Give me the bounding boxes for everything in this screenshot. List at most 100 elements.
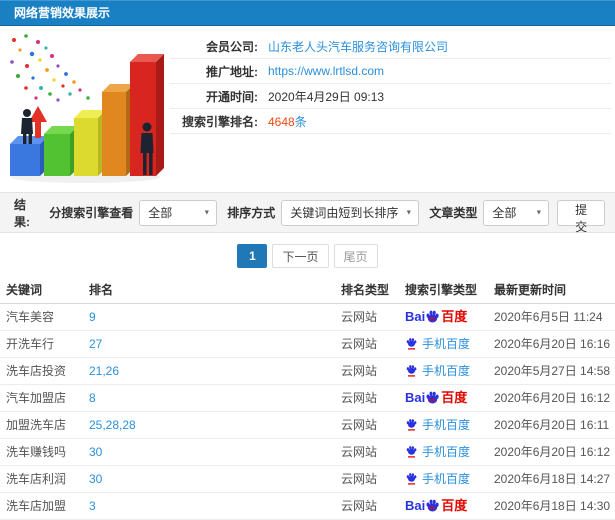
rank-type-cell: 云网站 [337,303,401,331]
rank-type-cell: 云网站 [337,357,401,385]
rank-link[interactable]: 9 [89,310,96,324]
pagination-next-button[interactable]: 下一页 [272,244,329,268]
updated-cell: 2020年6月20日 16:11 [490,411,615,439]
updated-cell: 2020年6月18日 14:30 [490,492,615,520]
baidu-mobile-logo: 手机百度 [405,470,470,487]
svg-text:du: du [430,397,436,403]
open-time-value: 2020年4月29日 09:13 [268,89,385,104]
filter-bar: 结果: 分搜索引擎查看 全部 排序方式 关键词由短到长排序 文章类型 全部 提交 [0,192,615,234]
updated-cell: 2020年6月20日 16:12 [490,438,615,466]
rank-link[interactable]: 3 [89,499,96,513]
bar-red [130,54,164,176]
updated-cell: 2020年6月20日 16:12 [490,384,615,412]
promo-url-link[interactable]: https://www.lrtlsd.com [268,64,384,78]
rank-count-unit: 条 [294,114,307,129]
member-info-panel: 会员公司: 山东老人头汽车服务咨询有限公司 推广地址: https://www.… [170,26,615,192]
header-rank: 排名 [85,277,337,304]
table-row: 加盟洗车店 25,28,28 云网站 手机百度 2020年6月20日 16:11 [0,411,615,439]
article-type-select[interactable]: 全部 [483,199,550,226]
rank-link[interactable]: 8 [89,391,96,405]
rank-count-number: 4648 [268,114,295,129]
baidu-pc-logo: Bai du 百度 [405,498,468,513]
info-row-company: 会员公司: 山东老人头汽车服务咨询有限公司 [170,34,611,59]
rank-count-label: 搜索引擎排名: [182,114,258,129]
keyword-cell: 洗车店投资 [0,357,85,385]
submit-button[interactable]: 提交 [557,199,605,234]
sort-filter-label: 排序方式 [227,206,276,220]
baidu-pc-logo: Bai du 百度 [405,390,468,405]
baidu-mobile-paw-icon [406,337,417,350]
baidu-mobile-logo: 手机百度 [405,362,470,379]
pagination-page-1[interactable]: 1 [237,244,268,268]
baidu-mobile-logo: 手机百度 [405,335,470,352]
rank-link[interactable]: 30 [89,445,102,459]
pagination: 1 下一页 尾页 [0,233,615,277]
header-rank-type: 排名类型 [337,277,401,304]
rank-link[interactable]: 21,26 [89,364,119,378]
table-row: 汽车加盟店 8 云网站 Bai du 百度 2020年6月20日 16:12 [0,384,615,412]
keyword-cell: 汽车加盟店 [0,384,85,412]
page: 网络营销效果展示 会员公司: 山东老人头汽车服务咨询有限公司 推广地址: htt… [0,0,615,520]
table-row: 洗车赚钱吗 30 云网站 手机百度 2020年6月20日 16:12 [0,438,615,466]
engine-filter-label: 分搜索引擎查看 [49,206,134,220]
company-label: 会员公司: [206,39,258,54]
baidu-paw-icon: du [426,391,439,404]
rank-type-cell: 云网站 [337,465,401,493]
engine-select-wrap: 全部 [139,199,218,226]
updated-cell: 2020年6月18日 14:27 [490,465,615,493]
page-title: 网络营销效果展示 [14,6,111,20]
pagination-last-button[interactable]: 尾页 [333,244,378,268]
info-row-url: 推广地址: https://www.lrtlsd.com [170,59,611,84]
baidu-mobile-logo: 手机百度 [405,443,470,460]
bar-orange [102,84,134,176]
updated-cell: 2020年6月20日 16:16 [490,330,615,358]
svg-text:du: du [430,505,436,511]
keyword-cell: 洗车店利润 [0,465,85,493]
header-updated: 最新更新时间 [490,277,615,304]
updated-cell: 2020年6月5日 11:24 [490,303,615,331]
info-row-rank-count: 搜索引擎排名: 4648条 [170,109,611,134]
rank-type-cell: 云网站 [337,384,401,412]
bar-green [44,126,78,176]
rank-type-cell: 云网站 [337,492,401,520]
baidu-mobile-paw-icon [406,418,417,431]
header-keyword: 关键词 [0,277,85,304]
baidu-pc-logo: Bai du 百度 [405,309,468,324]
header-engine-type: 搜索引擎类型 [401,277,490,304]
table-header-row: 关键词 排名 排名类型 搜索引擎类型 最新更新时间 [0,277,615,304]
result-label: 结果: [14,197,30,229]
page-title-bar: 网络营销效果展示 [0,0,615,26]
keyword-ranking-table: 关键词 排名 排名类型 搜索引擎类型 最新更新时间 汽车美容 9 云网站 Bai [0,277,615,520]
baidu-paw-icon: du [426,310,439,323]
sort-select-wrap: 关键词由短到长排序 [281,199,420,226]
table-row: 洗车店加盟 3 云网站 Bai du 百度 2020年6月18日 14:30 [0,492,615,520]
baidu-mobile-paw-icon [406,445,417,458]
baidu-paw-icon: du [426,499,439,512]
rank-link[interactable]: 30 [89,472,102,486]
keyword-cell: 开洗车行 [0,330,85,358]
table-row: 洗车店投资 21,26 云网站 手机百度 2020年5月27日 14:58 [0,357,615,385]
company-name-link[interactable]: 山东老人头汽车服务咨询有限公司 [268,38,448,55]
keyword-cell: 汽车美容 [0,303,85,331]
article-select-wrap: 全部 [483,199,550,226]
rank-link[interactable]: 27 [89,337,102,351]
rank-count-value: 4648条 [268,113,307,130]
keyword-cell: 洗车店加盟 [0,492,85,520]
rank-type-cell: 云网站 [337,330,401,358]
rank-type-cell: 云网站 [337,438,401,466]
baidu-mobile-paw-icon [406,472,417,485]
promo-url-label: 推广地址: [206,64,258,79]
top-section: 会员公司: 山东老人头汽车服务咨询有限公司 推广地址: https://www.… [0,26,615,192]
svg-text:du: du [430,316,436,322]
bar-chart-illustration [0,26,170,186]
engine-select[interactable]: 全部 [139,199,218,226]
table-row: 开洗车行 27 云网站 手机百度 2020年6月20日 16:16 [0,330,615,358]
updated-cell: 2020年5月27日 14:58 [490,357,615,385]
sort-select[interactable]: 关键词由短到长排序 [281,199,420,226]
rank-link[interactable]: 25,28,28 [89,418,136,432]
keyword-cell: 洗车赚钱吗 [0,438,85,466]
info-row-open-time: 开通时间: 2020年4月29日 09:13 [170,84,611,109]
keyword-cell: 加盟洗车店 [0,411,85,439]
open-time-label: 开通时间: [206,89,258,104]
rank-type-cell: 云网站 [337,411,401,439]
